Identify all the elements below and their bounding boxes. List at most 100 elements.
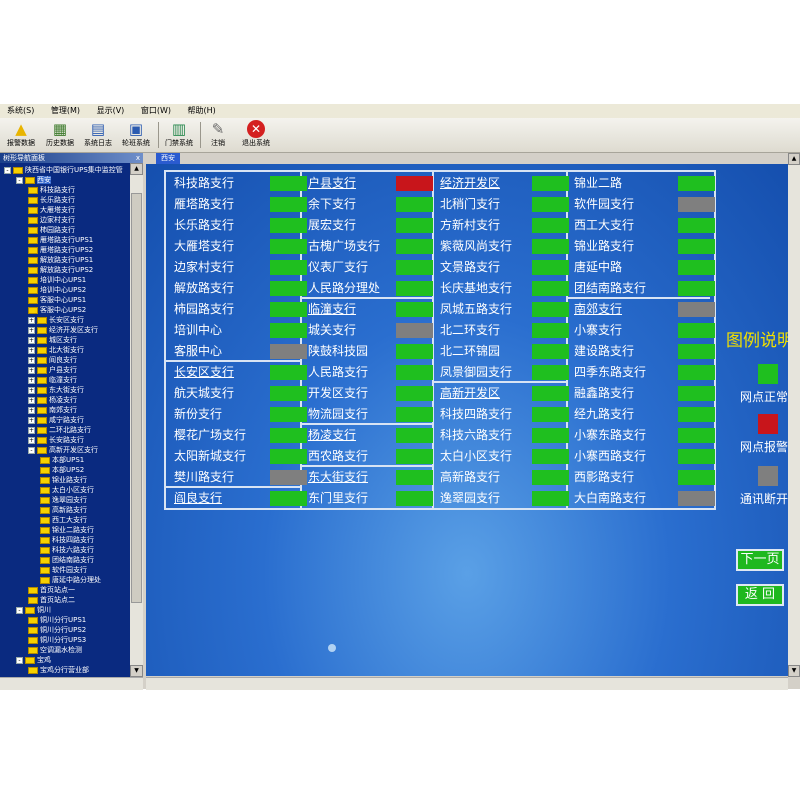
tree-item[interactable]: + 城区支行 [28, 335, 77, 345]
branch-cell[interactable]: 东门里支行 [308, 488, 438, 509]
branch-cell[interactable]: 大白南路支行 [574, 488, 715, 509]
branch-cell[interactable]: 融鑫路支行 [574, 383, 715, 404]
tree-item[interactable]: 本部UPS1 [40, 455, 84, 465]
branch-cell[interactable]: 小寨支行 [574, 320, 715, 341]
branch-cell[interactable]: 樱花广场支行 [174, 425, 307, 446]
tree-item[interactable]: 本部UPS2 [40, 465, 84, 475]
branch-cell[interactable]: 西工大支行 [574, 215, 715, 236]
expand-icon[interactable]: + [28, 376, 35, 384]
tree-item[interactable]: + 北大街支行 [28, 345, 84, 355]
tree-item[interactable]: - 陕西省中国银行UPS集中监控管 [4, 165, 123, 175]
tree-item[interactable]: + 户县支行 [28, 365, 77, 375]
branch-cell[interactable]: 紫薇风尚支行 [440, 236, 570, 257]
tree-item[interactable]: + 东大街支行 [28, 385, 84, 395]
tree-item[interactable]: 高新路支行 [40, 505, 87, 515]
alarm-data-button[interactable]: ▲ 报警数据 [4, 120, 38, 150]
branch-cell[interactable]: 太阳新城支行 [174, 446, 307, 467]
branch-cell[interactable]: 团结南路支行 [574, 278, 715, 299]
tree-item[interactable]: 锦业二路支行 [40, 525, 94, 535]
branch-cell[interactable]: 长庆基地支行 [440, 278, 570, 299]
tree-item[interactable]: - 西安 [16, 175, 51, 185]
tree-item[interactable]: 雁塔路支行UPS2 [28, 245, 93, 255]
branch-group-header[interactable]: 经济开发区 [440, 173, 570, 194]
branch-cell[interactable]: 科技四路支行 [440, 404, 570, 425]
expand-icon[interactable]: + [28, 346, 35, 354]
tree-item[interactable]: 科技路支行 [28, 185, 75, 195]
logout-button[interactable]: ✎ 注销 [204, 120, 232, 150]
branch-cell[interactable]: 建设路支行 [574, 341, 715, 362]
expand-icon[interactable]: + [28, 336, 35, 344]
branch-cell[interactable]: 长乐路支行 [174, 215, 307, 236]
expand-icon[interactable]: + [28, 396, 35, 404]
branch-cell[interactable]: 逸翠园支行 [440, 488, 570, 509]
collapse-icon[interactable]: - [4, 166, 11, 174]
scroll-down-icon[interactable]: ▼ [788, 665, 800, 677]
branch-cell[interactable]: 四季东路支行 [574, 362, 715, 383]
branch-cell[interactable]: 小寨东路支行 [574, 425, 715, 446]
tree-item[interactable]: + 长安路支行 [28, 435, 84, 445]
branch-cell[interactable]: 城关支行 [308, 320, 438, 341]
tree-item[interactable]: 宝鸡分行营业部 [28, 665, 89, 675]
branch-cell[interactable]: 锦业二路 [574, 173, 715, 194]
menu-manage[interactable]: 管理(M) [44, 104, 87, 118]
tree-item[interactable]: 边家村支行 [28, 215, 75, 225]
tree-item[interactable]: 解放路支行UPS2 [28, 265, 93, 275]
expand-icon[interactable]: + [28, 426, 35, 434]
expand-icon[interactable]: + [28, 366, 35, 374]
branch-cell[interactable]: 新份支行 [174, 404, 307, 425]
tree-vertical-scrollbar[interactable]: ▲ ▼ [130, 163, 143, 677]
branch-cell[interactable]: 小寨西路支行 [574, 446, 715, 467]
branch-cell[interactable]: 北二环锦园 [440, 341, 570, 362]
branch-cell[interactable]: 陕鼓科技园 [308, 341, 438, 362]
branch-cell[interactable]: 展宏支行 [308, 215, 438, 236]
tree-item[interactable]: 西工大支行 [40, 515, 87, 525]
branch-cell[interactable]: 西影路支行 [574, 467, 715, 488]
branch-cell[interactable]: 凤景御园支行 [440, 362, 570, 383]
expand-icon[interactable]: + [28, 356, 35, 364]
tree-item[interactable]: 大雁塔支行 [28, 205, 75, 215]
branch-cell[interactable]: 高新路支行 [440, 467, 570, 488]
system-log-button[interactable]: ▤ 系统日志 [80, 120, 116, 150]
tree-item[interactable]: 长乐路支行 [28, 195, 75, 205]
collapse-icon[interactable]: - [16, 656, 23, 664]
tree-item[interactable]: + 经济开发区支行 [28, 325, 98, 335]
access-control-button[interactable]: ▥ 门禁系统 [162, 120, 196, 150]
expand-icon[interactable]: + [28, 406, 35, 414]
tree-item[interactable]: + 咸宁路支行 [28, 415, 84, 425]
tree-item[interactable]: + 南郊支行 [28, 405, 77, 415]
tree-item[interactable]: 柿园路支行 [28, 225, 75, 235]
exit-system-button[interactable]: ✕ 退出系统 [238, 120, 274, 150]
tree-item[interactable]: 铜川分行UPS2 [28, 625, 86, 635]
tree-item[interactable]: 空调漏水检测 [28, 645, 82, 655]
tree-item[interactable]: + 阎良支行 [28, 355, 77, 365]
branch-cell[interactable]: 物流园支行 [308, 404, 438, 425]
tree-item[interactable]: 雁塔路支行UPS1 [28, 235, 93, 245]
branch-cell[interactable]: 余下支行 [308, 194, 438, 215]
branch-group-header[interactable]: 长安区支行 [174, 362, 307, 383]
branch-group-header[interactable]: 阎良支行 [174, 488, 307, 509]
branch-cell[interactable]: 北二环支行 [440, 320, 570, 341]
branch-group-header[interactable]: 东大街支行 [308, 467, 438, 488]
branch-cell[interactable]: 边家村支行 [174, 257, 307, 278]
tree-item[interactable]: + 临潼支行 [28, 375, 77, 385]
branch-cell[interactable]: 唐延中路 [574, 257, 715, 278]
tree-horizontal-scrollbar[interactable] [0, 677, 143, 690]
tree-item[interactable]: 首页站点二 [28, 595, 75, 605]
branch-cell[interactable]: 樊川路支行 [174, 467, 307, 488]
tree-item[interactable]: 首页站点一 [28, 585, 75, 595]
branch-cell[interactable]: 仪表厂支行 [308, 257, 438, 278]
expand-icon[interactable]: + [28, 386, 35, 394]
expand-icon[interactable]: + [28, 326, 35, 334]
branch-cell[interactable]: 解放路支行 [174, 278, 307, 299]
branch-cell[interactable]: 客服中心 [174, 341, 307, 362]
panel-vertical-scrollbar[interactable]: ▲ ▼ [788, 153, 800, 677]
scroll-up-icon[interactable]: ▲ [130, 163, 143, 175]
tree-item[interactable]: 铜川分行UPS3 [28, 635, 86, 645]
history-data-button[interactable]: ▦ 历史数据 [42, 120, 78, 150]
branch-group-header[interactable]: 临潼支行 [308, 299, 438, 320]
expand-icon[interactable]: + [28, 436, 35, 444]
branch-cell[interactable]: 培训中心 [174, 320, 307, 341]
tree-item[interactable]: + 二环北路支行 [28, 425, 91, 435]
tree-item[interactable]: 太白小区支行 [40, 485, 94, 495]
expand-icon[interactable]: + [28, 416, 35, 424]
